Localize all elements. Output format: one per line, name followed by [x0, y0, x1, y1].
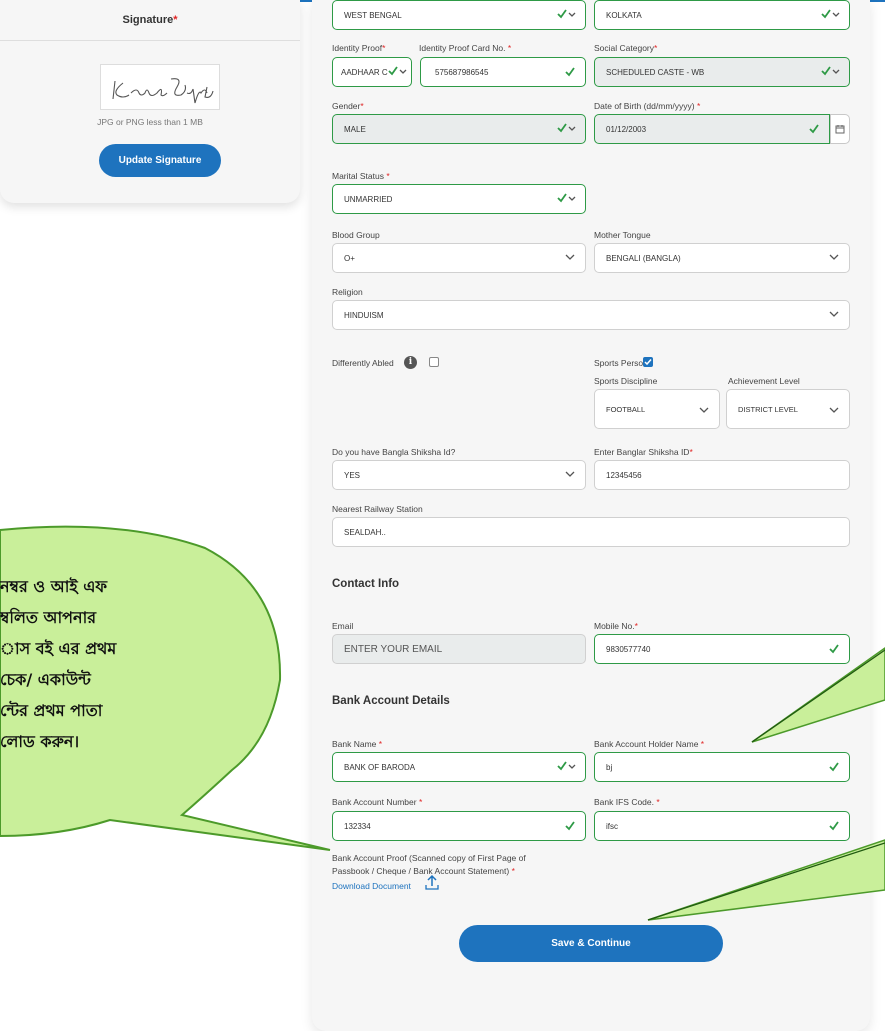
callout-text: নম্বর ও আই এফ ম্বলিত আপনার াস বই এর প্রথ…: [0, 577, 117, 751]
callout-overlay: [0, 525, 885, 921]
